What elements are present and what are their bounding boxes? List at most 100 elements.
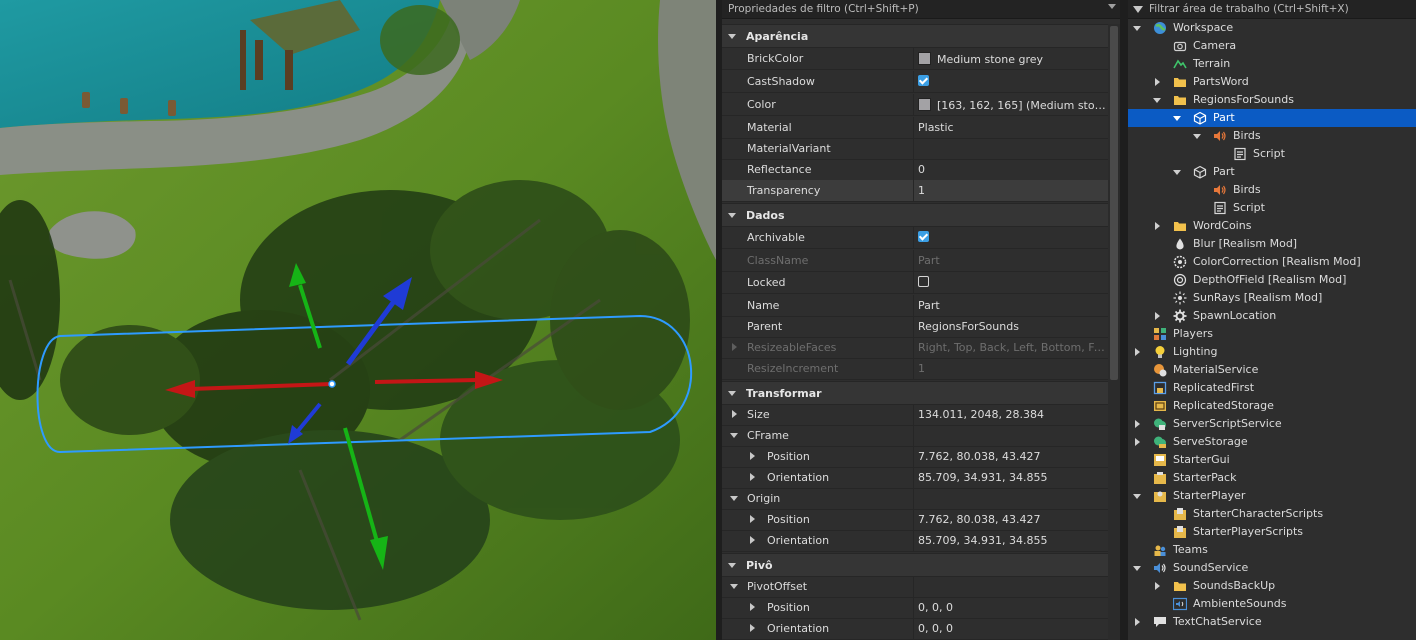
tree-item-partsword[interactable]: PartsWord	[1128, 73, 1416, 91]
prop-row-origin[interactable]: Origin	[722, 488, 1108, 510]
expand-icon[interactable]	[1135, 618, 1140, 626]
collapse-icon[interactable]	[730, 496, 738, 501]
tree-item-part[interactable]: Part	[1128, 163, 1416, 181]
collapse-icon[interactable]	[1173, 116, 1181, 121]
panel-divider[interactable]	[1120, 0, 1128, 640]
collapse-icon[interactable]	[728, 390, 736, 396]
tree-item-camera[interactable]: Camera	[1128, 37, 1416, 55]
collapse-icon[interactable]	[1133, 26, 1141, 31]
expand-icon[interactable]	[732, 410, 737, 418]
tree-item-starterplayerscripts[interactable]: StarterPlayerScripts	[1128, 523, 1416, 541]
collapse-icon[interactable]	[728, 33, 736, 39]
expand-icon[interactable]	[1135, 348, 1140, 356]
tree-item-soundservice[interactable]: SoundService	[1128, 559, 1416, 577]
prop-value[interactable]: 1	[914, 184, 1106, 197]
tree-item-regionsforsounds[interactable]: RegionsForSounds	[1128, 91, 1416, 109]
expand-icon[interactable]	[750, 452, 755, 460]
gizmo-x-pos-shaft[interactable]	[374, 378, 479, 384]
explorer-filter-input[interactable]: Filtrar área de trabalho (Ctrl+Shift+X)	[1128, 0, 1416, 19]
prop-row-pivot-orientation[interactable]: Orientation 0, 0, 0	[722, 618, 1108, 640]
prop-value[interactable]: 0, 0, 0	[914, 601, 1106, 614]
section-data[interactable]: Dados	[722, 203, 1108, 227]
prop-row-locked[interactable]: Locked	[722, 272, 1108, 294]
tree-item-replicatedfirst[interactable]: ReplicatedFirst	[1128, 379, 1416, 397]
tree-item-spawnlocation[interactable]: SpawnLocation	[1128, 307, 1416, 325]
prop-value[interactable]	[914, 74, 1106, 89]
prop-value[interactable]: [163, 162, 165] (Medium stone grey)	[914, 97, 1106, 112]
properties-filter-input[interactable]: Propriedades de filtro (Ctrl+Shift+P)	[722, 0, 1120, 19]
expand-icon[interactable]	[750, 536, 755, 544]
tree-item-birds[interactable]: Birds	[1128, 127, 1416, 145]
tree-item-teams[interactable]: Teams	[1128, 541, 1416, 559]
prop-row-size[interactable]: Size 134.011, 2048, 28.384	[722, 404, 1108, 426]
collapse-icon[interactable]	[1193, 134, 1201, 139]
collapse-icon[interactable]	[730, 584, 738, 589]
expand-icon[interactable]	[1155, 582, 1160, 590]
archivable-checkbox[interactable]	[918, 230, 929, 242]
prop-row-brickcolor[interactable]: BrickColor Medium stone grey	[722, 48, 1108, 70]
prop-row-name[interactable]: Name Part	[722, 295, 1108, 317]
prop-value[interactable]: 0	[914, 163, 1106, 176]
locked-checkbox[interactable]	[918, 275, 929, 287]
prop-row-reflectance[interactable]: Reflectance 0	[722, 159, 1108, 181]
tree-item-starterplayer[interactable]: StarterPlayer	[1128, 487, 1416, 505]
prop-value[interactable]: Part	[914, 299, 1106, 312]
tree-item-serverscriptservice[interactable]: ServerScriptService	[1128, 415, 1416, 433]
tree-item-starterpack[interactable]: StarterPack	[1128, 469, 1416, 487]
expand-icon[interactable]	[1135, 438, 1140, 446]
collapse-icon[interactable]	[1133, 566, 1141, 571]
tree-item-workspace[interactable]: Workspace	[1128, 19, 1416, 37]
expand-icon[interactable]	[1155, 222, 1160, 230]
collapse-icon[interactable]	[728, 212, 736, 218]
prop-value[interactable]: 85.709, 34.931, 34.855	[914, 534, 1106, 547]
castshadow-checkbox[interactable]	[918, 74, 929, 86]
prop-row-archivable[interactable]: Archivable	[722, 227, 1108, 249]
prop-row-cframe-position[interactable]: Position 7.762, 80.038, 43.427	[722, 446, 1108, 468]
prop-row-pivotoffset[interactable]: PivotOffset	[722, 576, 1108, 598]
tree-item-part-selected[interactable]: Part	[1128, 109, 1416, 127]
tree-item-lighting[interactable]: Lighting	[1128, 343, 1416, 361]
prop-value[interactable]	[914, 275, 1106, 290]
collapse-icon[interactable]	[730, 433, 738, 438]
section-pivot[interactable]: Pivô	[722, 553, 1108, 577]
properties-scroll-thumb[interactable]	[1110, 26, 1118, 380]
prop-row-parent[interactable]: Parent RegionsForSounds	[722, 316, 1108, 338]
tree-item-textchatservice[interactable]: TextChatService	[1128, 613, 1416, 631]
tree-item-wordcoins[interactable]: WordCoins	[1128, 217, 1416, 235]
tree-item-terrain[interactable]: Terrain	[1128, 55, 1416, 73]
filter-dropdown-icon[interactable]	[1108, 4, 1116, 9]
prop-row-origin-orientation[interactable]: Orientation 85.709, 34.931, 34.855	[722, 530, 1108, 552]
prop-row-transparency[interactable]: Transparency 1	[722, 180, 1108, 202]
tree-item-soundsbackup[interactable]: SoundsBackUp	[1128, 577, 1416, 595]
prop-value[interactable]: RegionsForSounds	[914, 320, 1106, 333]
expand-icon[interactable]	[1155, 312, 1160, 320]
tree-item-birds[interactable]: Birds	[1128, 181, 1416, 199]
3d-viewport[interactable]	[0, 0, 716, 640]
expand-icon[interactable]	[750, 473, 755, 481]
tree-item-colorcorrection[interactable]: ColorCorrection [Realism Mod]	[1128, 253, 1416, 271]
prop-row-pivot-position[interactable]: Position 0, 0, 0	[722, 597, 1108, 619]
expand-icon[interactable]	[750, 624, 755, 632]
tree-item-ambientesounds[interactable]: AmbienteSounds	[1128, 595, 1416, 613]
collapse-icon[interactable]	[1133, 494, 1141, 499]
collapse-icon[interactable]	[728, 562, 736, 568]
expand-icon[interactable]	[750, 515, 755, 523]
expand-icon[interactable]	[1135, 420, 1140, 428]
prop-value[interactable]: Medium stone grey	[914, 51, 1106, 66]
tree-item-players[interactable]: Players	[1128, 325, 1416, 343]
prop-value[interactable]: 7.762, 80.038, 43.427	[914, 450, 1106, 463]
tree-item-startergui[interactable]: StarterGui	[1128, 451, 1416, 469]
prop-value[interactable]: 85.709, 34.931, 34.855	[914, 471, 1106, 484]
prop-row-material[interactable]: Material Plastic	[722, 117, 1108, 139]
section-appearance[interactable]: Aparência	[722, 24, 1108, 48]
filter-funnel-icon[interactable]	[1133, 5, 1143, 13]
tree-item-script[interactable]: Script	[1128, 145, 1416, 163]
tree-item-depthoffield[interactable]: DepthOfField [Realism Mod]	[1128, 271, 1416, 289]
tree-item-script[interactable]: Script	[1128, 199, 1416, 217]
tree-item-startercharacterscripts[interactable]: StarterCharacterScripts	[1128, 505, 1416, 523]
prop-row-cframe[interactable]: CFrame	[722, 425, 1108, 447]
prop-value[interactable]	[914, 230, 1106, 245]
prop-value[interactable]: 0, 0, 0	[914, 622, 1106, 635]
collapse-icon[interactable]	[1153, 98, 1161, 103]
tree-item-replicatedstorage[interactable]: ReplicatedStorage	[1128, 397, 1416, 415]
